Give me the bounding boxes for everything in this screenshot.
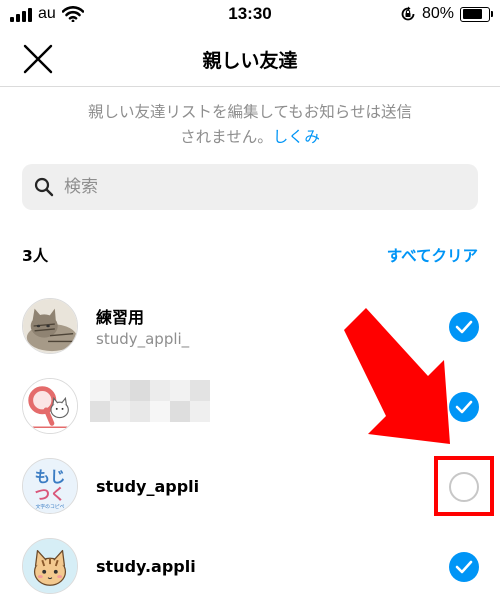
orientation-lock-icon (401, 6, 415, 21)
text-logo-avatar: もじ つく 文字のコピペ (23, 459, 77, 513)
arrow-annotation (344, 308, 450, 444)
search-input[interactable] (64, 164, 464, 210)
avatar: もじ つく 文字のコピペ (22, 458, 78, 514)
list-item[interactable]: もじ つく 文字のコピペ study_appli (0, 450, 500, 524)
status-right: 80% (400, 5, 493, 23)
selected-count: 3人 (22, 247, 49, 265)
avatar-text-top: もじ (35, 468, 66, 486)
cat-illustration-avatar (23, 539, 77, 593)
display-name: study.appli (96, 557, 196, 576)
status-bar: au 13:30 80% (0, 0, 500, 32)
info-notice: 親しい友達リストを編集してもお知らせは送信 されません。しくみ (40, 100, 460, 150)
how-it-works-link[interactable]: しくみ (273, 128, 320, 146)
battery-percentage: 80% (421, 5, 454, 22)
cat-photo-avatar (23, 299, 77, 353)
highlight-box (434, 456, 494, 516)
blurred-name-mosaic (90, 380, 210, 422)
username: study_appli_ (96, 330, 190, 348)
display-name: study_appli (96, 477, 200, 496)
illustrated-avatar (23, 379, 77, 433)
avatar-text-bottom: つく (35, 486, 66, 504)
notice-line-2: されません。しくみ (40, 125, 460, 150)
check-icon (455, 560, 473, 574)
avatar (22, 378, 78, 434)
selected-checkbox[interactable] (449, 552, 479, 582)
battery-icon (460, 6, 493, 22)
notice-line-1: 親しい友達リストを編集してもお知らせは送信 (88, 103, 412, 121)
search-bar[interactable] (22, 164, 478, 210)
header: 親しい友達 (0, 32, 500, 87)
page-title: 親しい友達 (202, 50, 298, 72)
list-item[interactable]: study.appli (0, 530, 500, 604)
search-icon (34, 177, 54, 197)
clear-all-button[interactable]: すべてクリア (387, 244, 478, 266)
avatar (22, 538, 78, 594)
avatar-caption: 文字のコピペ (36, 503, 65, 510)
display-name: 練習用 (96, 308, 145, 327)
notice-text: されません。 (180, 128, 273, 146)
avatar (22, 298, 78, 354)
